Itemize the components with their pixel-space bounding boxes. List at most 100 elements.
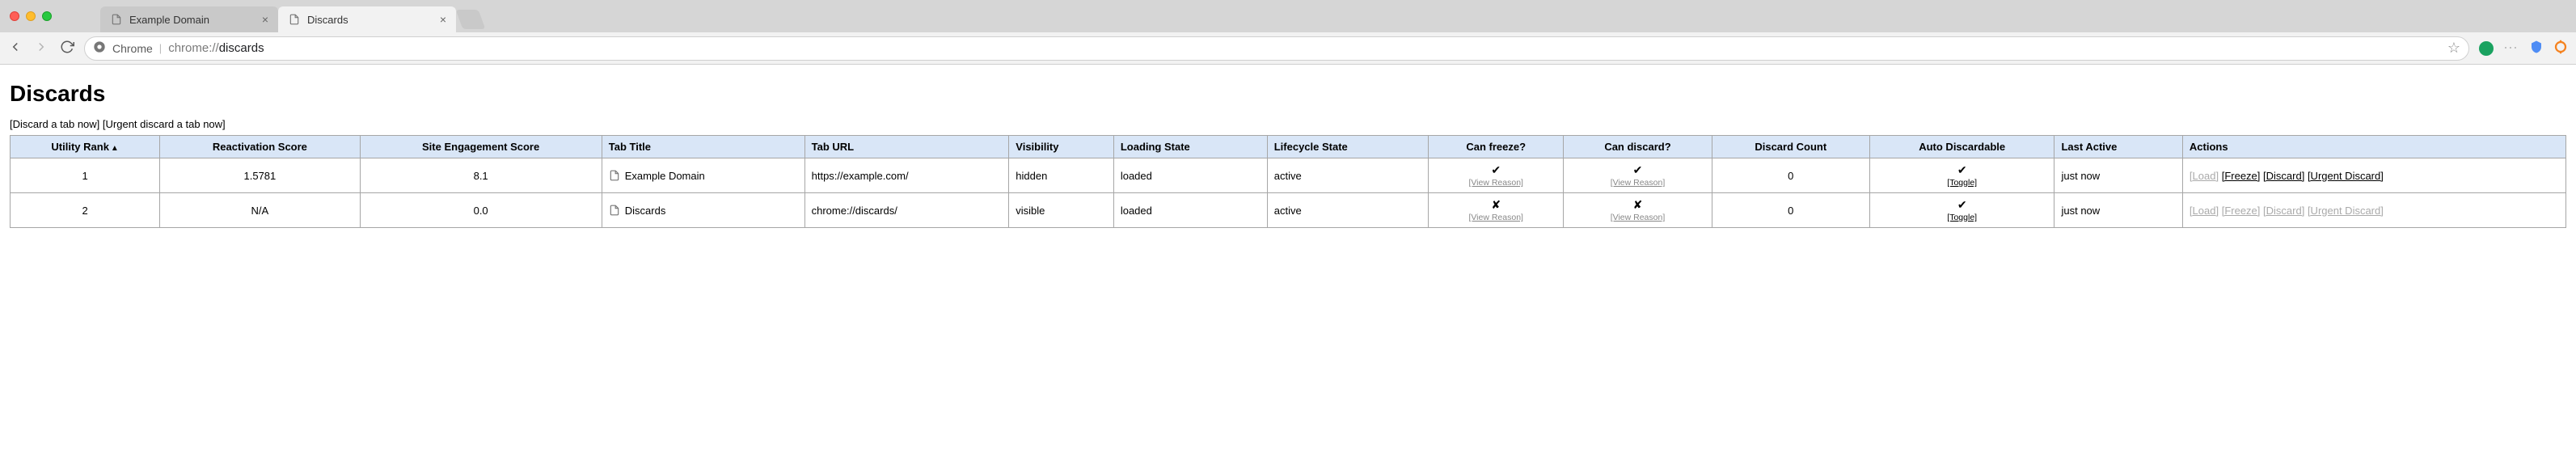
browser-tab[interactable]: Discards ×	[278, 6, 456, 32]
view-reason-link[interactable]: [View Reason]	[1570, 178, 1704, 188]
load-link[interactable]: [Load]	[2190, 205, 2219, 217]
view-reason-link[interactable]: [View Reason]	[1570, 213, 1704, 222]
browser-tab[interactable]: Example Domain ×	[100, 6, 278, 32]
extension-icon[interactable]	[2529, 40, 2544, 57]
window-titlebar: Example Domain × Discards ×	[0, 0, 2576, 32]
reload-button[interactable]	[60, 40, 74, 57]
col-tab-title[interactable]: Tab Title	[602, 136, 804, 158]
cell-discard-count: 0	[1712, 158, 1869, 193]
urgent-discard-link[interactable]: [Urgent Discard]	[2308, 170, 2384, 182]
col-reactivation-score[interactable]: Reactivation Score	[160, 136, 360, 158]
cell-auto-discardable: ✔ [Toggle]	[1869, 193, 2054, 228]
cell-visibility: hidden	[1009, 158, 1114, 193]
toggle-link[interactable]: [Toggle]	[1877, 178, 2048, 188]
toggle-link[interactable]: [Toggle]	[1877, 213, 2048, 222]
extension-icon[interactable]	[2479, 41, 2494, 56]
table-row: 11.57818.1Example Domainhttps://example.…	[11, 158, 2566, 193]
bookmark-star-icon[interactable]: ☆	[2447, 40, 2460, 57]
table-row: 2N/A0.0Discardschrome://discards/visible…	[11, 193, 2566, 228]
check-icon: ✔	[1957, 198, 1967, 211]
col-tab-url[interactable]: Tab URL	[804, 136, 1009, 158]
tab-title: Example Domain	[129, 14, 209, 26]
window-close-button[interactable]	[10, 11, 19, 21]
extension-icon[interactable]	[2553, 40, 2568, 57]
tab-close-icon[interactable]: ×	[262, 13, 268, 26]
cell-site-engagement: 0.0	[360, 193, 602, 228]
cell-auto-discardable: ✔ [Toggle]	[1869, 158, 2054, 193]
urgent-discard-now-link[interactable]: [Urgent discard a tab now]	[103, 118, 226, 130]
discard-link[interactable]: [Discard]	[2263, 205, 2304, 217]
file-icon	[609, 170, 625, 182]
check-icon: ✔	[1633, 163, 1643, 176]
chrome-scheme-icon	[93, 40, 106, 56]
view-reason-link[interactable]: [View Reason]	[1435, 178, 1556, 188]
col-actions[interactable]: Actions	[2182, 136, 2565, 158]
discards-table: Utility Rank▲ Reactivation Score Site En…	[10, 135, 2566, 228]
cell-tab-url: chrome://discards/	[804, 193, 1009, 228]
cell-actions: [Load] [Freeze] [Discard] [Urgent Discar…	[2182, 193, 2565, 228]
cell-discard-count: 0	[1712, 193, 1869, 228]
col-visibility[interactable]: Visibility	[1009, 136, 1114, 158]
file-icon	[609, 205, 625, 217]
col-last-active[interactable]: Last Active	[2054, 136, 2182, 158]
cell-reactivation-score: 1.5781	[160, 158, 360, 193]
cell-can-discard: ✔ [View Reason]	[1564, 158, 1712, 193]
url-path: discards	[219, 41, 264, 55]
col-loading-state[interactable]: Loading State	[1113, 136, 1267, 158]
cell-actions: [Load] [Freeze] [Discard] [Urgent Discar…	[2182, 158, 2565, 193]
file-icon	[110, 13, 123, 26]
cell-visibility: visible	[1009, 193, 1114, 228]
cell-lifecycle-state: active	[1267, 158, 1428, 193]
scheme-label: Chrome	[112, 42, 153, 55]
forward-button[interactable]	[34, 40, 49, 57]
divider: |	[159, 42, 162, 54]
cell-loading-state: loaded	[1113, 193, 1267, 228]
col-can-discard[interactable]: Can discard?	[1564, 136, 1712, 158]
urgent-discard-link[interactable]: [Urgent Discard]	[2308, 205, 2384, 217]
top-actions: [Discard a tab now] [Urgent discard a ta…	[10, 118, 2566, 130]
col-lifecycle-state[interactable]: Lifecycle State	[1267, 136, 1428, 158]
col-utility-rank[interactable]: Utility Rank▲	[11, 136, 160, 158]
cell-tab-title: Example Domain	[602, 158, 804, 193]
discard-now-link[interactable]: [Discard a tab now]	[10, 118, 99, 130]
window-maximize-button[interactable]	[42, 11, 52, 21]
table-header-row: Utility Rank▲ Reactivation Score Site En…	[11, 136, 2566, 158]
col-auto-discardable[interactable]: Auto Discardable	[1869, 136, 2054, 158]
extension-icon[interactable]: ⋯	[2503, 40, 2519, 57]
new-tab-button[interactable]	[456, 10, 486, 29]
back-button[interactable]	[8, 40, 23, 57]
address-bar[interactable]: Chrome | chrome://discards ☆	[84, 36, 2469, 61]
cell-site-engagement: 8.1	[360, 158, 602, 193]
extension-icons: ⋯	[2479, 40, 2568, 57]
cell-loading-state: loaded	[1113, 158, 1267, 193]
cell-lifecycle-state: active	[1267, 193, 1428, 228]
url-prefix: chrome://	[168, 41, 219, 55]
cell-utility-rank: 2	[11, 193, 160, 228]
browser-toolbar: Chrome | chrome://discards ☆ ⋯	[0, 32, 2576, 65]
tabs-strip: Example Domain × Discards ×	[100, 0, 482, 32]
sort-asc-icon: ▲	[111, 144, 119, 153]
cell-tab-title: Discards	[602, 193, 804, 228]
check-icon: ✔	[1491, 163, 1501, 176]
page-content: Discards [Discard a tab now] [Urgent dis…	[0, 65, 2576, 236]
cell-can-discard: ✘ [View Reason]	[1564, 193, 1712, 228]
cell-utility-rank: 1	[11, 158, 160, 193]
col-site-engagement[interactable]: Site Engagement Score	[360, 136, 602, 158]
freeze-link[interactable]: [Freeze]	[2222, 205, 2261, 217]
cell-can-freeze: ✘ [View Reason]	[1429, 193, 1564, 228]
tab-close-icon[interactable]: ×	[440, 13, 446, 26]
view-reason-link[interactable]: [View Reason]	[1435, 213, 1556, 222]
page-title: Discards	[10, 81, 2566, 107]
cell-tab-url: https://example.com/	[804, 158, 1009, 193]
col-discard-count[interactable]: Discard Count	[1712, 136, 1869, 158]
col-can-freeze[interactable]: Can freeze?	[1429, 136, 1564, 158]
freeze-link[interactable]: [Freeze]	[2222, 170, 2261, 182]
window-minimize-button[interactable]	[26, 11, 36, 21]
discard-link[interactable]: [Discard]	[2263, 170, 2304, 182]
check-icon: ✔	[1957, 163, 1967, 176]
cross-icon: ✘	[1633, 198, 1643, 211]
load-link[interactable]: [Load]	[2190, 170, 2219, 182]
cell-can-freeze: ✔ [View Reason]	[1429, 158, 1564, 193]
cross-icon: ✘	[1491, 198, 1501, 211]
cell-last-active: just now	[2054, 158, 2182, 193]
